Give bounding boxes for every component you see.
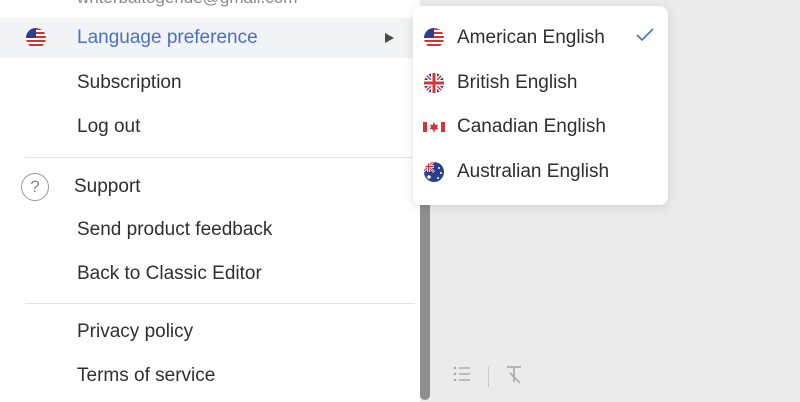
- language-option-australian[interactable]: Australian English: [413, 152, 668, 192]
- checkmark-icon: [635, 27, 655, 49]
- menu-item-label: Send product feedback: [77, 219, 273, 240]
- language-option-american[interactable]: American English: [413, 18, 668, 58]
- menu-divider: [25, 303, 415, 304]
- menu-item-subscription[interactable]: Subscription: [0, 63, 420, 103]
- us-flag-icon: [25, 27, 47, 49]
- canada-flag-icon: [423, 116, 445, 138]
- menu-item-label: Back to Classic Editor: [77, 263, 262, 284]
- menu-item-label: Log out: [77, 116, 141, 137]
- language-option-label: American English: [457, 27, 605, 48]
- bulleted-list-icon[interactable]: [452, 364, 472, 389]
- help-icon: ?: [21, 173, 49, 201]
- uk-flag-icon: [423, 72, 445, 94]
- chevron-right-icon: [385, 33, 394, 43]
- menu-item-send-feedback[interactable]: Send product feedback: [0, 210, 420, 250]
- language-option-canadian[interactable]: Canadian English: [413, 107, 668, 147]
- editor-toolbar: [452, 364, 525, 389]
- language-option-label: Australian English: [457, 161, 610, 182]
- language-option-label: British English: [457, 72, 578, 93]
- language-submenu: American English British English Canadia…: [413, 6, 668, 205]
- menu-divider: [25, 157, 415, 158]
- account-menu: writerbaltogeride@gmail.com Language pre…: [0, 0, 420, 402]
- account-email: writerbaltogeride@gmail.com: [77, 0, 297, 8]
- menu-item-log-out[interactable]: Log out: [0, 107, 420, 147]
- language-option-label: Canadian English: [457, 116, 606, 137]
- toolbar-divider: [488, 366, 489, 387]
- menu-item-label: Support: [74, 176, 141, 197]
- menu-item-label: Language preference: [77, 27, 258, 48]
- menu-item-back-to-classic[interactable]: Back to Classic Editor: [0, 254, 420, 294]
- menu-scrollbar[interactable]: [420, 195, 430, 400]
- us-flag-icon: [423, 27, 445, 49]
- menu-item-support[interactable]: ? Support: [0, 167, 420, 207]
- language-option-british[interactable]: British English: [413, 63, 668, 103]
- australia-flag-icon: [423, 161, 445, 183]
- menu-item-privacy-policy[interactable]: Privacy policy: [0, 312, 420, 352]
- menu-item-label: Terms of service: [77, 365, 216, 386]
- clear-formatting-icon[interactable]: [505, 364, 525, 389]
- menu-item-language-preference[interactable]: Language preference: [0, 18, 420, 58]
- menu-item-label: Privacy policy: [77, 321, 194, 342]
- menu-item-terms[interactable]: Terms of service: [0, 356, 420, 396]
- menu-item-label: Subscription: [77, 72, 182, 93]
